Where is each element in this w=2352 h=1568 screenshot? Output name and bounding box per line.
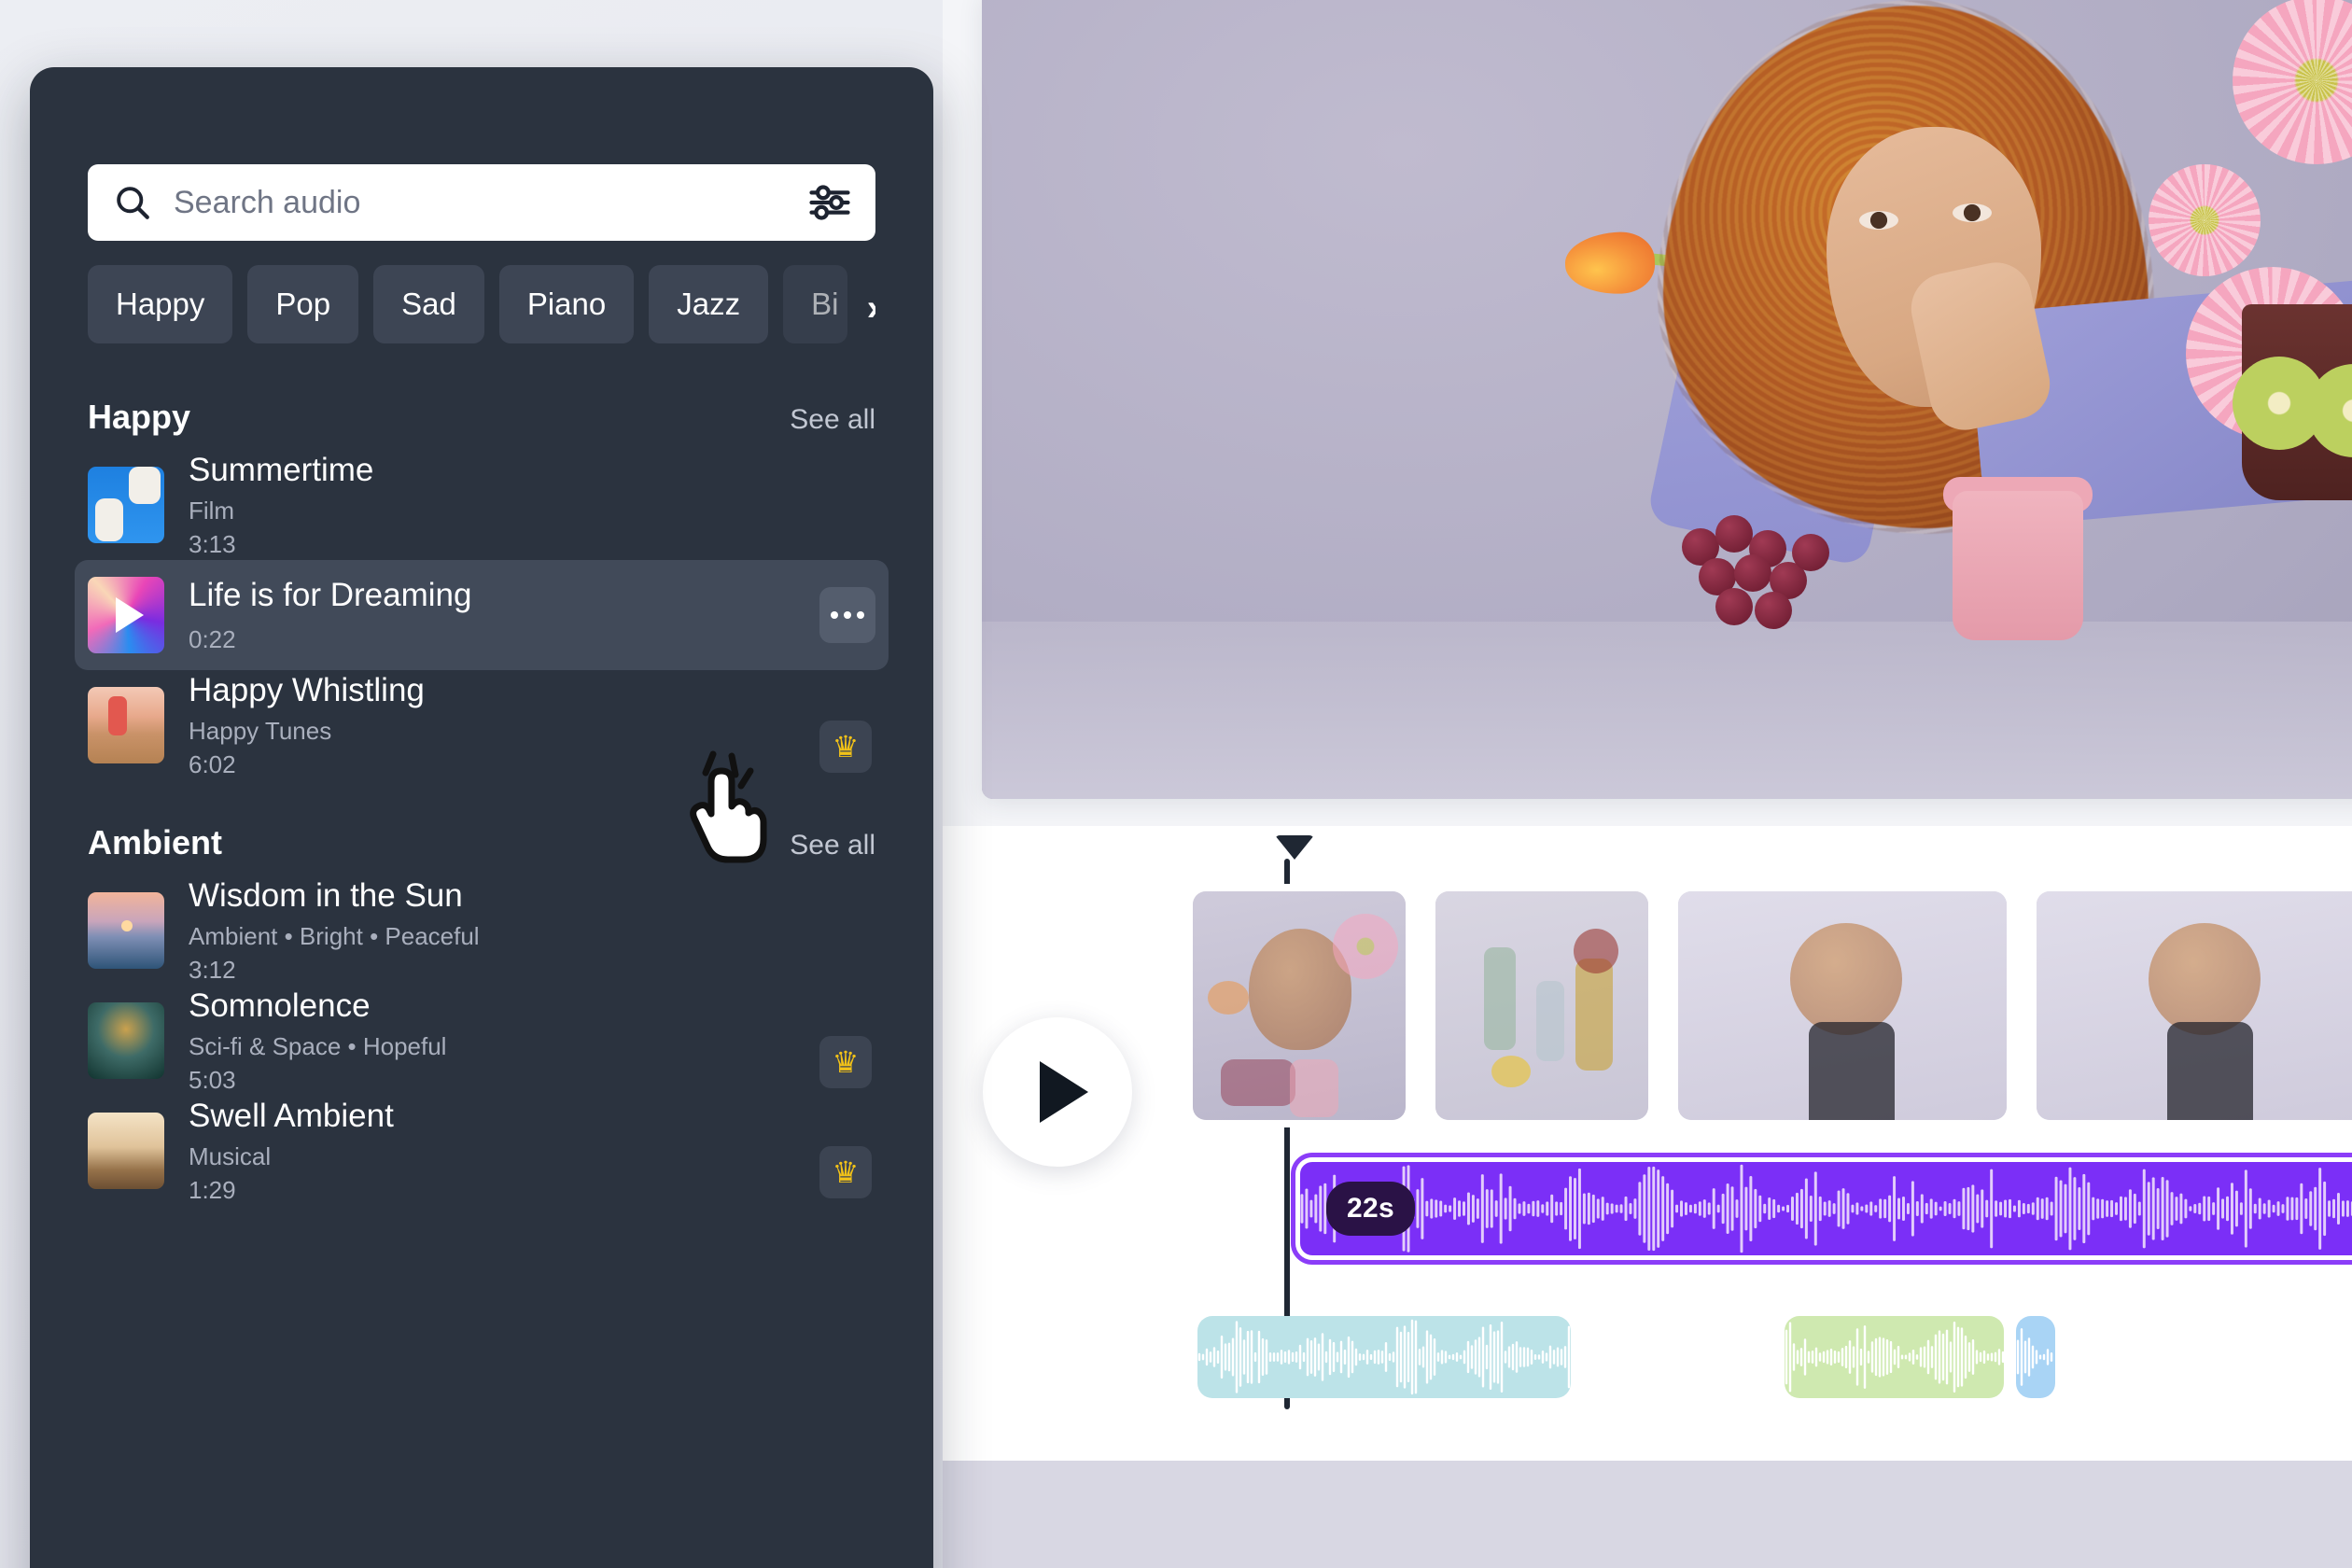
audio-list: Happy See all Summertime Film 3:13 Life … <box>30 366 933 1206</box>
section-header-ambient: Ambient See all <box>30 823 933 862</box>
video-clip-4[interactable] <box>2037 891 2352 1120</box>
crown-icon: ♛ <box>819 1146 872 1198</box>
video-clip-strip[interactable] <box>1185 884 2352 1127</box>
track-thumbnail[interactable] <box>88 687 164 763</box>
video-clip-2[interactable] <box>1435 891 1648 1120</box>
grapes <box>1673 510 1887 631</box>
chip-sad[interactable]: Sad <box>373 265 484 343</box>
chevron-right-icon[interactable]: › <box>867 289 875 327</box>
search-input[interactable] <box>174 184 788 221</box>
track-title: Somnolence <box>189 987 371 1025</box>
preview-photo <box>982 0 2352 799</box>
editor-footer <box>943 1461 2352 1568</box>
track-subtitle: Ambient • Bright • Peaceful <box>189 921 480 950</box>
track-subtitle: Film <box>189 496 235 525</box>
track-duration: 0:22 <box>189 625 236 654</box>
track-title: Swell Ambient <box>189 1098 394 1135</box>
waveform-blue <box>2016 1328 2053 1386</box>
audio-track-teal[interactable] <box>1197 1316 1571 1398</box>
play-icon <box>1040 1061 1088 1123</box>
section-title: Ambient <box>88 823 222 861</box>
video-preview[interactable] <box>982 0 2352 799</box>
track-title: Wisdom in the Sun <box>189 877 463 915</box>
chip-birthday[interactable]: Bi <box>783 265 848 343</box>
chip-piano[interactable]: Piano <box>498 265 635 343</box>
chip-happy[interactable]: Happy <box>88 265 233 343</box>
audio-waveform <box>1300 1164 2352 1253</box>
track-thumbnail[interactable] <box>88 467 164 543</box>
chip-jazz[interactable]: Jazz <box>649 265 769 343</box>
chip-pop[interactable]: Pop <box>247 265 359 343</box>
track-duration: 5:03 <box>189 1065 236 1094</box>
track-thumbnail[interactable] <box>88 577 164 653</box>
section-header-happy: Happy See all <box>30 398 933 437</box>
video-clip-3[interactable] <box>1678 891 2007 1120</box>
play-icon[interactable] <box>88 577 164 653</box>
track-row-summertime[interactable]: Summertime Film 3:13 <box>75 450 889 560</box>
dot <box>844 611 851 619</box>
video-preview-image <box>982 0 2352 799</box>
play-button[interactable] <box>983 1017 1132 1167</box>
track-row-life-is-for-dreaming[interactable]: Life is for Dreaming 0:22 <box>75 560 889 670</box>
more-options-button[interactable] <box>819 587 875 643</box>
track-subtitle: Happy Tunes <box>189 716 332 745</box>
search-bar[interactable] <box>88 164 875 241</box>
track-subtitle: Sci-fi & Space • Hopeful <box>189 1031 447 1060</box>
search-icon <box>117 187 149 219</box>
see-all-happy[interactable]: See all <box>790 404 875 436</box>
dot <box>857 611 864 619</box>
audio-track-green[interactable] <box>1785 1316 2004 1398</box>
track-row-wisdom-in-the-sun[interactable]: Wisdom in the Sun Ambient • Bright • Pea… <box>75 875 889 986</box>
track-subtitle: Musical <box>189 1141 272 1170</box>
click-cursor <box>690 750 767 863</box>
waveform-green <box>1785 1321 2004 1393</box>
track-thumbnail[interactable] <box>88 1002 164 1079</box>
track-duration: 3:12 <box>189 955 236 984</box>
track-thumbnail[interactable] <box>88 892 164 969</box>
section-title: Happy <box>88 398 191 436</box>
track-duration: 3:13 <box>189 529 236 558</box>
track-row-somnolence[interactable]: Somnolence Sci-fi & Space • Hopeful 5:03… <box>75 986 889 1096</box>
audio-clip-selected[interactable]: 22s <box>1291 1153 2352 1265</box>
track-title: Happy Whistling <box>189 672 425 709</box>
track-thumbnail[interactable] <box>88 1113 164 1189</box>
track-title: Summertime <box>189 452 374 489</box>
see-all-ambient[interactable]: See all <box>790 830 875 861</box>
crown-icon: ♛ <box>819 1036 872 1088</box>
audio-panel: Happy Pop Sad Piano Jazz Bi › Happy See … <box>30 67 933 1568</box>
dot <box>831 611 838 619</box>
crown-icon: ♛ <box>819 721 872 773</box>
audio-duration-badge: 22s <box>1326 1182 1415 1236</box>
video-clip-1[interactable] <box>1185 884 1413 1127</box>
track-title: Life is for Dreaming <box>189 576 472 613</box>
waveform-teal <box>1197 1319 1571 1395</box>
track-row-swell-ambient[interactable]: Swell Ambient Musical 1:29 ♛ <box>75 1096 889 1206</box>
sliders-icon[interactable] <box>808 184 851 221</box>
track-duration: 1:29 <box>189 1175 236 1204</box>
filter-chips[interactable]: Happy Pop Sad Piano Jazz Bi › <box>88 265 875 343</box>
audio-track-blue[interactable] <box>2016 1316 2055 1398</box>
screenshot-root: 22s Search audio Happy Pop Sad Piano Jaz… <box>0 0 2352 1568</box>
